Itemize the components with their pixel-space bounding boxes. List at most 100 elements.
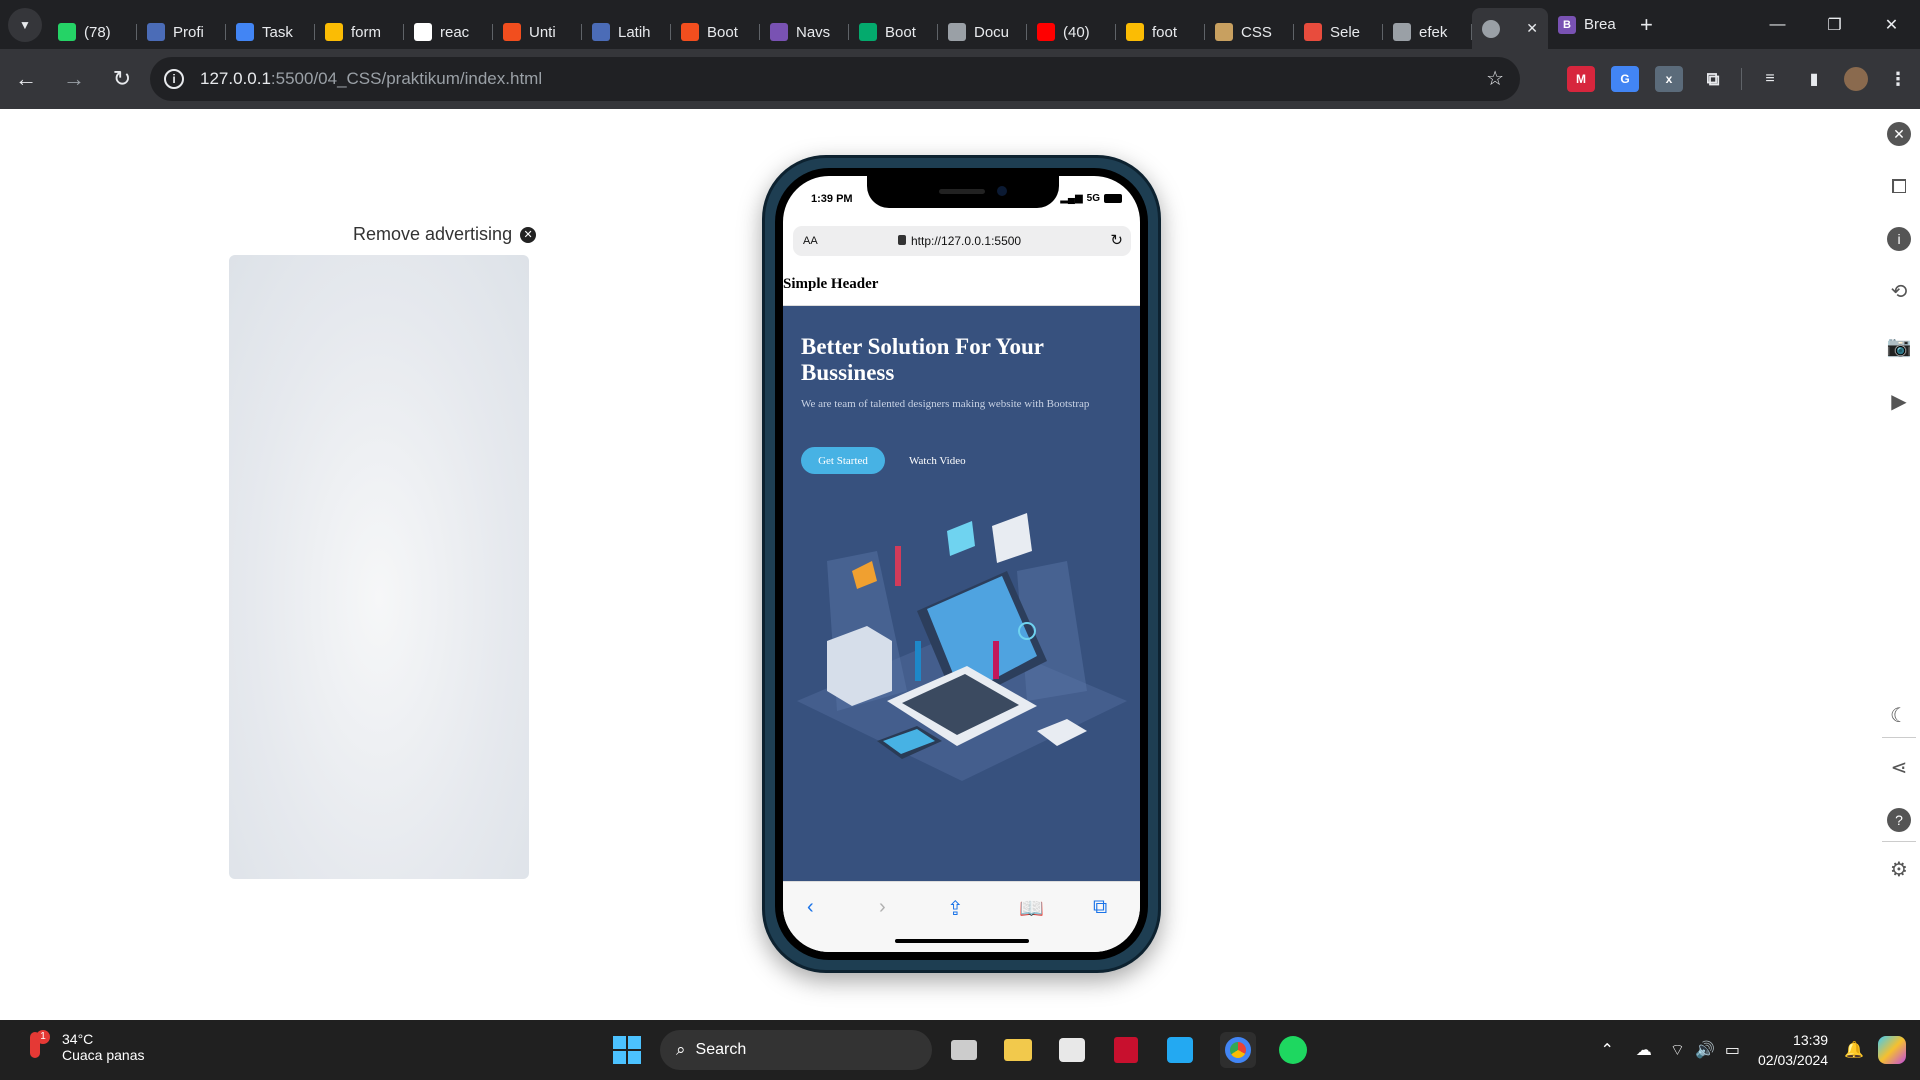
weather-badge: 1 [36,1030,50,1044]
figma-icon [503,23,521,41]
safari-bottom-bar: ‹ › ⇪ 📖 ⧉ [783,881,1140,952]
help-icon[interactable]: ? [1887,808,1911,832]
tab-label: (40) [1063,23,1090,41]
windows-start-icon[interactable] [609,1032,645,1068]
tab-label: Latih [618,23,651,41]
chrome-icon[interactable] [1220,1032,1256,1068]
browser-tab[interactable]: Boot [671,15,760,49]
mcafee-icon[interactable] [1108,1032,1144,1068]
tabs-icon[interactable]: ⧉ [1093,896,1107,919]
info-icon[interactable]: i [1887,227,1911,251]
bookmark-star-icon[interactable]: ☆ [1486,66,1504,91]
tab-last[interactable]: B Brea [1548,8,1628,42]
system-tray: ⌃ ☁ ⌔ 🔊 ▭ 13:39 02/03/2024 🔔 [1601,1020,1920,1080]
rotate-icon[interactable]: ⟲ [1887,279,1911,303]
onedrive-icon[interactable]: ☁ [1636,1040,1652,1060]
safari-address-bar[interactable]: AA http://127.0.0.1:5500 ↻ [793,226,1131,256]
minimize-button[interactable]: — [1749,0,1806,49]
reload-icon[interactable]: ↻ [1110,231,1123,249]
tab-label: Unti [529,23,556,41]
browser-tab[interactable]: CSS [1205,15,1294,49]
back-button[interactable]: ← [4,57,48,101]
bootstrap-icon [770,23,788,41]
tab-label: Task [262,23,293,41]
weather-widget[interactable]: 1 34°C Cuaca panas [24,1030,145,1064]
url-text[interactable]: 127.0.0.1:5500/04_CSS/praktikum/index.ht… [200,69,542,89]
browser-tab[interactable]: (40) [1027,15,1116,49]
browser-tab[interactable]: Sele [1294,15,1383,49]
dark-mode-icon[interactable]: ☾ [1887,703,1911,727]
excel-extension-icon[interactable]: x [1655,66,1683,92]
browser-tab[interactable]: efek [1383,15,1472,49]
clock[interactable]: 13:39 02/03/2024 [1758,1030,1828,1070]
tray-chevron-icon[interactable]: ⌃ [1601,1040,1614,1060]
tab-label: Profi [173,23,204,41]
video-icon[interactable]: ▶ [1887,389,1911,413]
browser-tab[interactable]: Navs [760,15,849,49]
volume-icon[interactable]: 🔊 [1695,1040,1715,1060]
task-view-icon[interactable] [946,1032,982,1068]
restore-button[interactable]: ❐ [1806,0,1863,49]
copilot-icon[interactable] [1878,1036,1906,1064]
microsoft-store-icon[interactable] [1054,1032,1090,1068]
browser-tab[interactable]: reac [404,15,493,49]
settings-gear-icon[interactable]: ⚙ [1887,857,1911,881]
watch-video-button[interactable]: Watch Video [909,447,966,474]
device-new-icon[interactable]: ⧠ [1887,175,1911,199]
hero-illustration [797,513,1127,781]
close-tab-icon[interactable]: ✕ [1526,20,1538,37]
bookmarks-icon[interactable]: 📖 [1019,896,1044,921]
profile-avatar[interactable] [1844,67,1868,91]
active-tab[interactable]: ✕ [1472,7,1548,50]
taskbar-search[interactable]: ⌕ Search [660,1030,932,1070]
close-circle-icon[interactable]: ✕ [520,226,537,243]
side-panel-icon[interactable]: ▮ [1800,66,1828,92]
responsive-viewer-panel: ✕ ⧠ i ⟲ 📷 ▶ ☾ ⋖ ? ⚙ [1876,109,1920,1020]
new-tab-button[interactable]: + [1640,12,1653,38]
text-size-button[interactable]: AA [803,235,818,247]
reload-button[interactable]: ↻ [100,57,144,101]
forward-arrow-icon[interactable]: › [879,896,886,919]
file-explorer-icon[interactable] [1000,1032,1036,1068]
chrome-menu-icon[interactable]: ⋮ [1884,66,1912,92]
tab-search-button[interactable]: ▼ [8,7,42,42]
person-figure [895,546,901,586]
drive-icon [325,23,343,41]
address-bar[interactable]: i 127.0.0.1:5500/04_CSS/praktikum/index.… [150,57,1520,101]
spotify-icon[interactable] [1275,1032,1311,1068]
notification-bell-icon[interactable]: 🔔 [1844,1040,1864,1060]
share-icon[interactable]: ⇪ [947,896,964,921]
forward-button[interactable]: → [52,57,96,101]
translate-extension-icon[interactable]: G [1611,66,1639,92]
back-arrow-icon[interactable]: ‹ [807,896,814,919]
tab-label: efek [1419,23,1448,41]
browser-tab[interactable]: Latih [582,15,671,49]
site-info-icon[interactable]: i [164,69,184,89]
wifi-icon[interactable]: ⌔ [1670,1040,1685,1060]
media-control-icon[interactable]: ≡ [1756,66,1784,92]
close-window-button[interactable]: ✕ [1863,0,1920,49]
browser-tab[interactable]: form [315,15,404,49]
vscode-icon[interactable] [1162,1032,1198,1068]
youtube-icon [1037,23,1055,41]
share-icon[interactable]: ⋖ [1887,755,1911,779]
mendeley-extension-icon[interactable]: M [1567,66,1595,92]
get-started-button[interactable]: Get Started [801,447,885,474]
browser-tab[interactable]: Docu [938,15,1027,49]
camera-icon[interactable]: 📷 [1887,334,1912,358]
search-label: Search [695,1041,747,1058]
browser-tab[interactable]: Unti [493,15,582,49]
extensions-puzzle-icon[interactable]: ⧉ [1699,66,1727,92]
safari-url[interactable]: http://127.0.0.1:5500 [911,234,1021,248]
browser-tab[interactable]: Profi [137,15,226,49]
browser-tab[interactable]: foot [1116,15,1205,49]
lock-icon [898,235,906,245]
battery-icon[interactable]: ▭ [1725,1040,1740,1060]
browser-tab[interactable]: (78) [48,15,137,49]
browser-tab[interactable]: Boot [849,15,938,49]
browser-tab[interactable]: Task [226,15,315,49]
tab-label: Sele [1330,23,1361,41]
close-panel-icon[interactable]: ✕ [1887,122,1911,146]
remove-advertising-link[interactable]: Remove advertising ✕ [353,224,537,245]
phone-bezel: 1:39 PM ▂▄▆ 5G AA http://127.0.0.1:5500 … [775,168,1148,960]
